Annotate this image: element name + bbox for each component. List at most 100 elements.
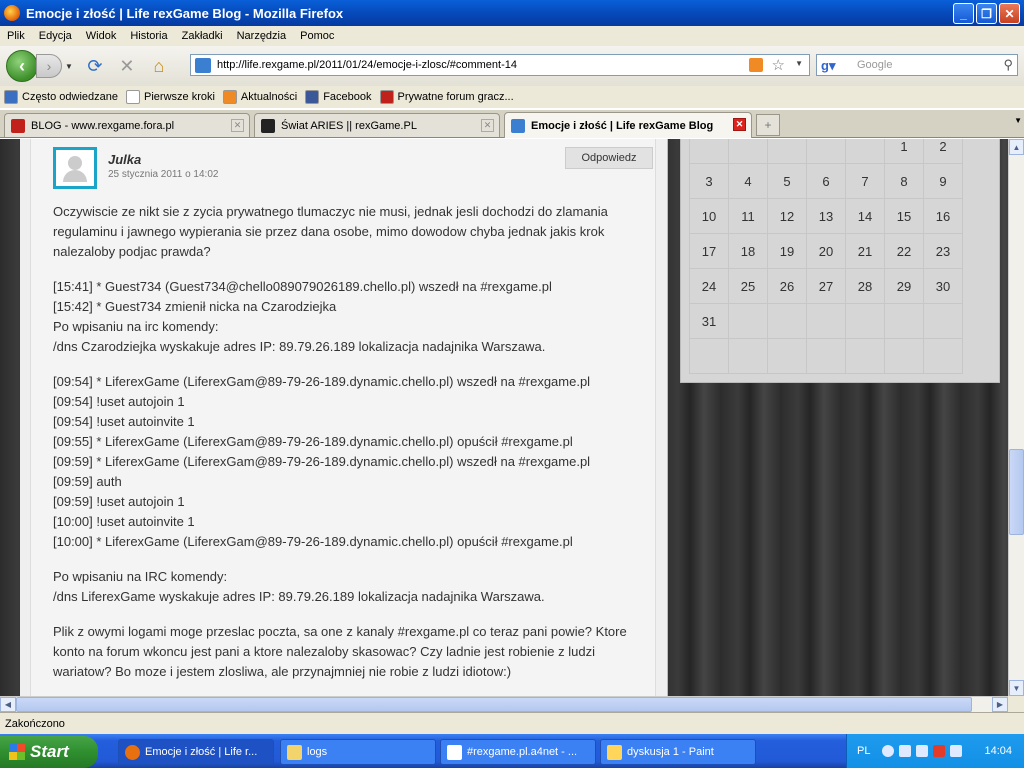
- clock[interactable]: 14:04: [984, 745, 1012, 757]
- close-window-button[interactable]: ✕: [999, 3, 1020, 24]
- calendar-day[interactable]: 29: [884, 268, 924, 304]
- rss-feed-icon[interactable]: [749, 58, 763, 72]
- bookmark-item[interactable]: Prywatne forum gracz...: [379, 90, 514, 104]
- calendar-day[interactable]: 18: [728, 233, 768, 269]
- minimize-button[interactable]: _: [953, 3, 974, 24]
- close-tab-icon[interactable]: ✕: [733, 118, 746, 131]
- url-text[interactable]: http://life.rexgame.pl/2011/01/24/emocje…: [217, 59, 517, 71]
- tab-list-dropdown-icon[interactable]: ▼: [1014, 116, 1022, 125]
- search-input[interactable]: g▾ Google ⚲: [816, 54, 1018, 76]
- new-tab-button[interactable]: +: [756, 114, 780, 136]
- forward-arrow-icon[interactable]: ›: [36, 54, 62, 78]
- stop-icon[interactable]: ✕: [116, 55, 138, 77]
- close-tab-icon[interactable]: ✕: [231, 119, 244, 132]
- close-tab-icon[interactable]: ✕: [481, 119, 494, 132]
- menu-widok[interactable]: Widok: [79, 30, 124, 42]
- home-icon[interactable]: ⌂: [148, 55, 170, 77]
- history-dropdown-icon[interactable]: ▼: [65, 62, 73, 71]
- taskbar-item-paint[interactable]: dyskusja 1 - Paint: [600, 739, 756, 765]
- url-dropdown-icon[interactable]: ▼: [795, 59, 803, 68]
- tab-swiat-aries[interactable]: Świat ARIES || rexGame.PL ✕: [254, 113, 500, 137]
- bookmark-item[interactable]: Facebook: [305, 90, 372, 104]
- calendar-day[interactable]: 25: [728, 268, 768, 304]
- calendar-day[interactable]: 2: [923, 139, 963, 164]
- calendar-day[interactable]: 27: [806, 268, 846, 304]
- calendar-day[interactable]: 11: [728, 198, 768, 234]
- calendar-day[interactable]: 19: [767, 233, 807, 269]
- calendar-day[interactable]: 8: [884, 163, 924, 199]
- volume-icon[interactable]: [916, 745, 929, 757]
- search-placeholder: Google: [857, 59, 893, 71]
- language-indicator[interactable]: PL: [857, 745, 870, 757]
- vertical-scroll-thumb[interactable]: [1009, 449, 1024, 535]
- taskbar-item-firefox[interactable]: Emocje i złość | Life r...: [118, 739, 274, 765]
- calendar-day[interactable]: 14: [845, 198, 885, 234]
- reply-button[interactable]: Odpowiedz: [565, 147, 653, 169]
- calendar-day[interactable]: 1: [884, 139, 924, 164]
- security-shield-icon[interactable]: [933, 745, 946, 757]
- menu-edycja[interactable]: Edycja: [32, 30, 79, 42]
- signal-icon[interactable]: [950, 745, 963, 757]
- tray-expand-icon[interactable]: [882, 745, 895, 757]
- calendar-day[interactable]: 22: [884, 233, 924, 269]
- maximize-button[interactable]: ❐: [976, 3, 997, 24]
- calendar-day[interactable]: 16: [923, 198, 963, 234]
- tab-blog[interactable]: BLOG - www.rexgame.fora.pl ✕: [4, 113, 250, 137]
- menu-zakladki[interactable]: Zakładki: [175, 30, 230, 42]
- calendar-day: [806, 303, 846, 339]
- bookmark-star-icon[interactable]: ☆: [772, 56, 785, 74]
- forum-icon: [11, 118, 25, 133]
- calendar-day[interactable]: 3: [689, 163, 729, 199]
- vertical-scrollbar[interactable]: ▲ ▼: [1008, 139, 1024, 696]
- taskbar-item-notepad[interactable]: #rexgame.pl.a4net - ...: [440, 739, 596, 765]
- horizontal-scrollbar[interactable]: ◀ ▶: [0, 696, 1008, 712]
- calendar-day[interactable]: 30: [923, 268, 963, 304]
- menu-narzedzia[interactable]: Narzędzia: [230, 30, 294, 42]
- scroll-right-icon[interactable]: ▶: [992, 697, 1008, 712]
- menu-historia[interactable]: Historia: [123, 30, 174, 42]
- scroll-down-icon[interactable]: ▼: [1009, 680, 1024, 696]
- reload-icon[interactable]: ⟳: [84, 55, 106, 77]
- calendar-day[interactable]: 9: [923, 163, 963, 199]
- google-search-engine-icon[interactable]: g▾: [821, 58, 835, 74]
- comment-paragraph: [15:41] * Guest734 (Guest734@chello08907…: [53, 279, 552, 354]
- taskbar-item-logs[interactable]: logs: [280, 739, 436, 765]
- search-icon[interactable]: ⚲: [1003, 57, 1013, 73]
- address-bar[interactable]: http://life.rexgame.pl/2011/01/24/emocje…: [190, 54, 810, 76]
- bookmark-item[interactable]: Pierwsze kroki: [126, 90, 215, 104]
- calendar-day[interactable]: 17: [689, 233, 729, 269]
- calendar-day: [923, 303, 963, 339]
- calendar-day[interactable]: 26: [767, 268, 807, 304]
- comment-date[interactable]: 25 stycznia 2011 o 14:02: [108, 169, 218, 180]
- calendar-day: [806, 139, 846, 164]
- bookmark-item[interactable]: Aktualności: [222, 90, 297, 104]
- calendar-table: 1 2 3 4 5 6 7 8 9 10 11 12 13 14 15 16 17 18 19 20 21 22 23 24 2…: [689, 139, 963, 374]
- comment-author[interactable]: Julka: [108, 152, 141, 167]
- scroll-up-icon[interactable]: ▲: [1009, 139, 1024, 155]
- calendar-day[interactable]: 12: [767, 198, 807, 234]
- calendar-day[interactable]: 13: [806, 198, 846, 234]
- horizontal-scroll-thumb[interactable]: [16, 697, 972, 712]
- tab-emocje-i-zlosc[interactable]: Emocje i złość | Life rexGame Blog ✕: [504, 112, 752, 138]
- calendar-day[interactable]: 31: [689, 303, 729, 339]
- calendar-day[interactable]: 23: [923, 233, 963, 269]
- calendar-day[interactable]: 24: [689, 268, 729, 304]
- comment-box: Julka 25 stycznia 2011 o 14:02 Odpowiedz…: [30, 139, 656, 696]
- calendar-day[interactable]: 10: [689, 198, 729, 234]
- page-icon: [126, 90, 141, 104]
- calendar-day[interactable]: 21: [845, 233, 885, 269]
- menu-pomoc[interactable]: Pomoc: [293, 30, 341, 42]
- calendar-day[interactable]: 5: [767, 163, 807, 199]
- calendar-day[interactable]: 6: [806, 163, 846, 199]
- network-icon[interactable]: [899, 745, 912, 757]
- calendar-day[interactable]: 20: [806, 233, 846, 269]
- menu-plik[interactable]: Plik: [0, 30, 32, 42]
- bookmark-item[interactable]: Często odwiedzane: [4, 90, 118, 104]
- calendar-day[interactable]: 7: [845, 163, 885, 199]
- back-arrow-icon[interactable]: ‹: [6, 50, 38, 82]
- calendar-day[interactable]: 28: [845, 268, 885, 304]
- calendar-day[interactable]: 4: [728, 163, 768, 199]
- calendar-day[interactable]: 15: [884, 198, 924, 234]
- scroll-left-icon[interactable]: ◀: [0, 697, 16, 712]
- start-button[interactable]: Start: [0, 736, 98, 768]
